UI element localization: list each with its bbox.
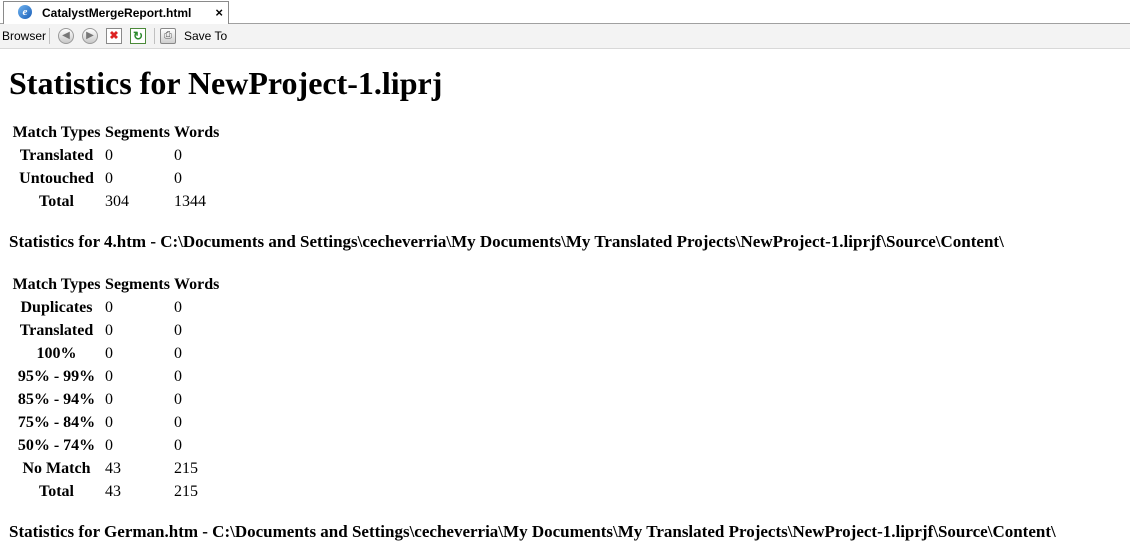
match-type-cell: No Match — [22, 460, 91, 477]
match-type-cell: Duplicates — [20, 299, 93, 316]
summary-stats-table: Match Types Segments Words Translated 0 … — [10, 121, 221, 213]
table-row: No Match 43 215 — [10, 457, 221, 480]
match-type-cell: Translated — [19, 322, 94, 339]
segments-cell: 0 — [105, 414, 113, 431]
column-header-words: Words — [174, 124, 220, 141]
segments-cell: 304 — [105, 193, 129, 210]
words-cell: 215 — [174, 483, 198, 500]
column-header-match-types: Match Types — [12, 124, 101, 141]
words-cell: 0 — [174, 345, 182, 362]
toolbar-divider — [49, 28, 50, 44]
table-row: Total 43 215 — [10, 480, 221, 503]
table-row: 75% - 84% 0 0 — [10, 411, 221, 434]
stop-icon[interactable]: ✖ — [106, 28, 122, 44]
table-row: Duplicates 0 0 — [10, 296, 221, 319]
browser-page-icon: e — [18, 5, 32, 19]
print-icon[interactable]: ⎙ — [160, 28, 176, 44]
file-stats-heading: Statistics for German.htm - C:\Documents… — [9, 522, 1056, 541]
words-cell: 0 — [174, 414, 182, 431]
table-row: 85% - 94% 0 0 — [10, 388, 221, 411]
table-header-row: Match Types Segments Words — [10, 121, 221, 144]
words-cell: 0 — [174, 391, 182, 408]
table-header-row: Match Types Segments Words — [10, 273, 221, 296]
forward-arrow-icon[interactable]: ▶ — [82, 28, 98, 44]
match-type-cell: Total — [39, 193, 74, 210]
table-row: 100% 0 0 — [10, 342, 221, 365]
words-cell: 0 — [174, 368, 182, 385]
match-type-cell: 95% - 99% — [17, 368, 96, 385]
save-to-button[interactable]: Save To — [184, 29, 227, 43]
tab-strip: e CatalystMergeReport.html × — [0, 0, 1130, 24]
refresh-icon[interactable]: ↻ — [130, 28, 146, 44]
segments-cell: 0 — [105, 437, 113, 454]
match-type-cell: Untouched — [19, 170, 94, 187]
toolbar-divider — [154, 28, 155, 44]
match-type-cell: 75% - 84% — [17, 414, 96, 431]
segments-cell: 0 — [105, 322, 113, 339]
tab-title: CatalystMergeReport.html — [42, 6, 192, 20]
browser-toolbar: Browser ◀ ▶ ✖ ↻ ⎙ Save To — [0, 24, 1130, 49]
column-header-segments: Segments — [105, 276, 170, 293]
browser-label: Browser — [2, 29, 47, 43]
words-cell: 0 — [174, 322, 182, 339]
page-title: Statistics for NewProject-1.liprj — [9, 65, 443, 101]
words-cell: 0 — [174, 437, 182, 454]
tab-catalyst-merge-report[interactable]: e CatalystMergeReport.html × — [3, 1, 229, 24]
table-row: Untouched 0 0 — [10, 167, 221, 190]
back-arrow-icon[interactable]: ◀ — [58, 28, 74, 44]
segments-cell: 0 — [105, 170, 113, 187]
words-cell: 215 — [174, 460, 198, 477]
column-header-match-types: Match Types — [12, 276, 101, 293]
column-header-segments: Segments — [105, 124, 170, 141]
match-type-cell: 100% — [36, 345, 77, 362]
match-type-cell: Total — [39, 483, 74, 500]
table-row: Translated 0 0 — [10, 144, 221, 167]
table-row: Translated 0 0 — [10, 319, 221, 342]
file-stats-heading: Statistics for 4.htm - C:\Documents and … — [9, 232, 1004, 251]
segments-cell: 0 — [105, 368, 113, 385]
match-type-cell: Translated — [19, 147, 94, 164]
words-cell: 1344 — [174, 193, 206, 210]
segments-cell: 0 — [105, 147, 113, 164]
table-row: 50% - 74% 0 0 — [10, 434, 221, 457]
segments-cell: 43 — [105, 460, 121, 477]
words-cell: 0 — [174, 170, 182, 187]
words-cell: 0 — [174, 147, 182, 164]
table-row: 95% - 99% 0 0 — [10, 365, 221, 388]
words-cell: 0 — [174, 299, 182, 316]
segments-cell: 0 — [105, 345, 113, 362]
table-row: Total 304 1344 — [10, 190, 221, 213]
segments-cell: 0 — [105, 391, 113, 408]
match-type-cell: 85% - 94% — [17, 391, 96, 408]
close-tab-icon[interactable]: × — [215, 5, 223, 20]
match-type-cell: 50% - 74% — [17, 437, 96, 454]
segments-cell: 43 — [105, 483, 121, 500]
file-stats-table: Match Types Segments Words Duplicates 0 … — [10, 273, 221, 503]
segments-cell: 0 — [105, 299, 113, 316]
column-header-words: Words — [174, 276, 220, 293]
